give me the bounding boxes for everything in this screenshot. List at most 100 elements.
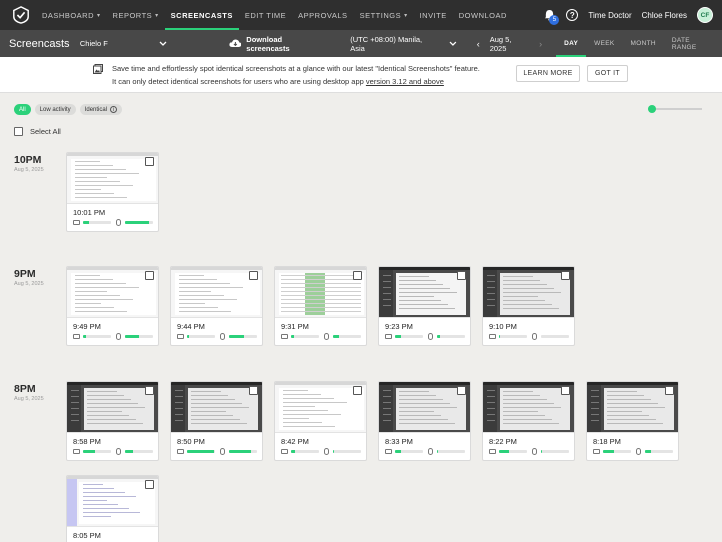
screenshot-time: 8:18 PM — [593, 437, 621, 446]
activity-meters — [385, 333, 467, 340]
tab-month[interactable]: MONTH — [623, 30, 664, 57]
keyboard-activity-bar — [187, 450, 215, 453]
screenshot-card[interactable]: 8:42 PM — [274, 381, 367, 461]
screenshot-checkbox[interactable] — [249, 271, 258, 280]
screenshot-checkbox[interactable] — [457, 271, 466, 280]
screenshot-checkbox[interactable] — [249, 386, 258, 395]
screenshot-time: 8:05 PM — [73, 531, 101, 540]
mouse-activity-fill — [125, 335, 139, 338]
thumbnail-size-slider[interactable] — [648, 105, 702, 113]
keyboard-activity-fill — [187, 335, 190, 338]
screenshot-time: 9:31 PM — [281, 322, 309, 331]
filter-identical-chip[interactable]: Identical i — [79, 104, 123, 115]
screenshot-card[interactable]: 9:31 PM — [274, 266, 367, 346]
nav-item-settings[interactable]: SETTINGS ▾ — [354, 0, 414, 30]
screenshot-checkbox[interactable] — [145, 157, 154, 166]
checkbox-icon[interactable] — [14, 127, 23, 136]
user-select-dropdown[interactable]: Chielo F — [80, 39, 167, 48]
mouse-activity-bar — [333, 450, 361, 453]
nav-item-edit-time[interactable]: EDIT TIME — [239, 0, 292, 30]
learn-more-button[interactable]: LEARN MORE — [516, 65, 580, 82]
keyboard-activity-bar — [83, 221, 111, 224]
keyboard-icon — [177, 334, 184, 339]
download-screencasts-button[interactable]: Download screencasts — [228, 34, 327, 53]
mouse-activity-bar — [645, 450, 673, 453]
screenshot-card[interactable]: 9:10 PM — [482, 266, 575, 346]
got-it-button[interactable]: GOT IT — [587, 65, 628, 82]
screenshot-card[interactable]: 9:23 PM — [378, 266, 471, 346]
nav-item-dashboard[interactable]: DASHBOARD ▾ — [36, 0, 107, 30]
date-navigator: ‹ Aug 5, 2025 › — [477, 35, 542, 53]
nav-item-download[interactable]: DOWNLOAD — [453, 0, 513, 30]
screenshot-time: 8:22 PM — [489, 437, 517, 446]
nav-item-invite[interactable]: INVITE — [414, 0, 453, 30]
screenshot-checkbox[interactable] — [561, 386, 570, 395]
screenshot-card[interactable]: 8:22 PM — [482, 381, 575, 461]
info-icon[interactable]: i — [110, 106, 118, 113]
screenshot-checkbox[interactable] — [561, 271, 570, 280]
screenshot-checkbox[interactable] — [145, 480, 154, 489]
chevron-down-icon — [159, 41, 166, 46]
select-all-checkbox[interactable]: Select All — [14, 127, 61, 136]
slider-knob[interactable] — [648, 105, 656, 113]
time-doctor-logo-icon[interactable] — [12, 6, 30, 24]
nav-item-label: REPORTS — [112, 10, 153, 20]
keyboard-icon — [281, 449, 288, 454]
chevron-down-icon: ▾ — [155, 12, 159, 19]
mouse-activity-bar — [229, 335, 257, 338]
nav-item-approvals[interactable]: APPROVALS — [292, 0, 353, 30]
mouse-activity-fill — [333, 335, 340, 338]
activity-meters — [281, 448, 363, 455]
screenshot-card[interactable]: 10:01 PM — [66, 152, 159, 232]
keyboard-activity-fill — [291, 335, 294, 338]
notifications-button[interactable]: 5 — [542, 8, 560, 25]
tab-day[interactable]: DAY — [556, 30, 587, 57]
screenshot-card[interactable]: 8:58 PM — [66, 381, 159, 461]
screenshot-card[interactable]: 8:33 PM — [378, 381, 471, 461]
screenshot-card[interactable]: 8:50 PM — [170, 381, 263, 461]
timezone-label: (UTC +08:00) Manila, Asia — [350, 34, 423, 53]
nav-item-label: EDIT TIME — [244, 10, 287, 20]
keyboard-activity-fill — [187, 450, 214, 453]
screenshot-checkbox[interactable] — [353, 271, 362, 280]
filter-low-activity-chip[interactable]: Low activity — [34, 104, 76, 115]
tab-date-range[interactable]: DATE RANGE — [664, 30, 722, 57]
screenshot-checkbox[interactable] — [665, 386, 674, 395]
screenshot-card[interactable]: 8:05 PM — [66, 475, 159, 542]
keyboard-icon — [281, 334, 288, 339]
nav-item-screencasts[interactable]: SCREENCASTS — [164, 0, 240, 30]
screenshot-card[interactable]: 8:18 PM — [586, 381, 679, 461]
user-menu[interactable]: Chloe Flores — [642, 11, 687, 20]
tab-week[interactable]: WEEK — [586, 30, 622, 57]
screenshot-card[interactable]: 9:44 PM — [170, 266, 263, 346]
timezone-dropdown[interactable]: (UTC +08:00) Manila, Asia — [350, 34, 457, 53]
screencasts-toolbar: Screencasts Chielo F Download screencast… — [0, 30, 722, 57]
company-switcher[interactable]: Time Doctor — [588, 11, 631, 20]
screenshot-time: 8:33 PM — [385, 437, 413, 446]
avatar[interactable]: CF — [697, 7, 713, 23]
previous-date-button[interactable]: ‹ — [477, 39, 480, 49]
activity-meters — [177, 333, 259, 340]
filter-all-chip[interactable]: All — [14, 104, 31, 115]
next-date-button[interactable]: › — [539, 39, 542, 49]
screenshot-checkbox[interactable] — [353, 386, 362, 395]
mouse-activity-fill — [229, 335, 245, 338]
screenshot-checkbox[interactable] — [145, 386, 154, 395]
download-screencasts-label: Download screencasts — [246, 34, 290, 53]
mouse-activity-bar — [333, 335, 361, 338]
help-icon[interactable]: ? — [566, 9, 579, 21]
screenshot-checkbox[interactable] — [457, 386, 466, 395]
keyboard-activity-fill — [291, 450, 296, 453]
version-link[interactable]: version 3.12 and above — [366, 77, 444, 86]
screenshot-checkbox[interactable] — [145, 271, 154, 280]
screenshot-time: 9:44 PM — [177, 322, 205, 331]
screenshot-card[interactable]: 9:49 PM — [66, 266, 159, 346]
gallery-icon — [93, 64, 103, 74]
mouse-icon — [428, 333, 433, 340]
keyboard-activity-fill — [83, 450, 95, 453]
page-title: Screencasts — [9, 37, 70, 50]
keyboard-icon — [73, 220, 80, 225]
current-date[interactable]: Aug 5, 2025 — [490, 35, 529, 53]
mouse-activity-fill — [333, 450, 335, 453]
nav-item-reports[interactable]: REPORTS ▾ — [107, 0, 165, 30]
